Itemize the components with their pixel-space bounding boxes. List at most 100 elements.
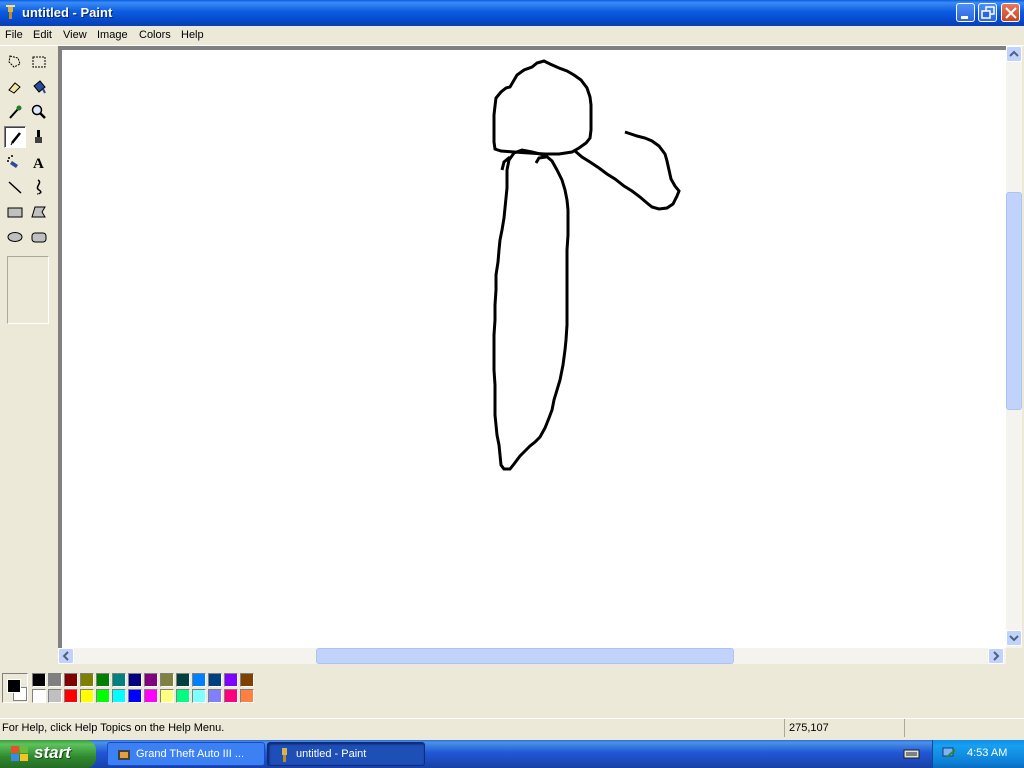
restore-button[interactable]: [978, 3, 997, 22]
close-button[interactable]: [1001, 3, 1020, 22]
tool-text[interactable]: A: [28, 151, 50, 173]
palette-swatch[interactable]: [208, 689, 222, 703]
taskbar-item-label: untitled - Paint: [296, 748, 367, 760]
status-divider: [904, 719, 905, 737]
tool-magnifier[interactable]: [28, 101, 50, 123]
menu-edit[interactable]: Edit: [33, 29, 52, 41]
palette-swatch[interactable]: [160, 689, 174, 703]
palette-swatch[interactable]: [96, 689, 110, 703]
palette-swatch[interactable]: [224, 673, 238, 687]
tool-select[interactable]: [28, 51, 50, 73]
tool-brush[interactable]: [28, 126, 50, 148]
tool-pick-color[interactable]: [4, 101, 26, 123]
drawing-strokes: [492, 59, 681, 471]
paint-app-icon[interactable]: [3, 5, 18, 20]
menu-view[interactable]: View: [63, 29, 87, 41]
menu-file[interactable]: File: [5, 29, 23, 41]
tool-ellipse[interactable]: [4, 226, 26, 248]
text-icon: A: [33, 156, 44, 171]
scroll-up-button[interactable]: [1006, 46, 1022, 62]
palette-swatch[interactable]: [192, 689, 206, 703]
keyboard-icon[interactable]: [903, 745, 921, 764]
palette-swatch[interactable]: [32, 689, 46, 703]
polygon-icon: [31, 206, 46, 218]
tool-rounded-rectangle[interactable]: [28, 226, 50, 248]
taskbar-item-gta3[interactable]: Grand Theft Auto III ...: [107, 742, 265, 766]
scroll-right-button[interactable]: [988, 648, 1004, 664]
tool-fill[interactable]: [28, 76, 50, 98]
tool-rectangle[interactable]: [4, 201, 26, 223]
palette-swatch[interactable]: [144, 673, 158, 687]
gta-app-icon: [118, 750, 130, 760]
tool-eraser[interactable]: [4, 76, 26, 98]
tool-options-box[interactable]: [7, 256, 49, 324]
stroke-inner-mid: [534, 155, 547, 164]
drawing-canvas[interactable]: [62, 50, 1006, 648]
palette-swatch[interactable]: [48, 689, 62, 703]
palette-swatch[interactable]: [80, 673, 94, 687]
tool-free-form-select[interactable]: [4, 51, 26, 73]
scroll-corner: [1006, 648, 1022, 664]
tool-polygon[interactable]: [28, 201, 50, 223]
status-divider: [784, 719, 785, 737]
tool-airbrush[interactable]: [4, 151, 26, 173]
title-bar[interactable]: [0, 0, 1024, 26]
palette-swatch[interactable]: [176, 673, 190, 687]
chevron-left-icon: [62, 651, 69, 661]
eraser-icon: [8, 82, 21, 94]
network-icon[interactable]: [941, 745, 959, 764]
palette-swatch[interactable]: [144, 689, 158, 703]
palette-swatch[interactable]: [64, 673, 78, 687]
vertical-scrollbar[interactable]: [1006, 46, 1022, 648]
palette-swatch[interactable]: [112, 673, 126, 687]
palette-swatch[interactable]: [64, 689, 78, 703]
magnifier-icon: [31, 104, 46, 119]
tool-line[interactable]: [4, 176, 26, 198]
palette-swatch[interactable]: [112, 689, 126, 703]
palette-swatch[interactable]: [32, 673, 46, 687]
pick-color-icon: [9, 105, 22, 119]
windows-logo-icon: [10, 745, 30, 766]
tool-pencil[interactable]: [4, 126, 26, 148]
chevron-down-icon: [1009, 635, 1019, 642]
minimize-button[interactable]: [956, 3, 975, 22]
rounded-rectangle-icon: [31, 232, 47, 243]
tool-curve[interactable]: [28, 176, 50, 198]
airbrush-icon: [7, 155, 18, 168]
pencil-icon: [10, 132, 21, 146]
paint-app-icon: [282, 748, 287, 762]
menu-colors[interactable]: Colors: [139, 29, 171, 41]
palette-swatch[interactable]: [80, 689, 94, 703]
status-coordinates: 275,107: [789, 722, 829, 734]
palette-swatch[interactable]: [128, 689, 142, 703]
curve-icon: [36, 179, 42, 195]
palette-swatch[interactable]: [176, 689, 190, 703]
vertical-scroll-thumb[interactable]: [1006, 192, 1022, 410]
palette-swatch[interactable]: [224, 689, 238, 703]
palette-swatch[interactable]: [160, 673, 174, 687]
palette-swatch[interactable]: [192, 673, 206, 687]
clock[interactable]: 4:53 AM: [967, 747, 1007, 759]
current-colors[interactable]: [2, 673, 28, 703]
palette-swatch[interactable]: [128, 673, 142, 687]
window-title: untitled - Paint: [22, 5, 113, 20]
horizontal-scrollbar[interactable]: [58, 648, 1006, 664]
foreground-color-swatch[interactable]: [7, 679, 21, 693]
stroke-arm: [574, 130, 681, 211]
start-label: start: [34, 743, 71, 762]
menu-image[interactable]: Image: [97, 29, 128, 41]
palette-swatch[interactable]: [208, 673, 222, 687]
chevron-up-icon: [1009, 50, 1019, 57]
svg-text:A: A: [33, 156, 44, 171]
scroll-down-button[interactable]: [1006, 630, 1022, 646]
palette-swatch[interactable]: [240, 673, 254, 687]
menu-help[interactable]: Help: [181, 29, 204, 41]
stroke-body: [492, 148, 570, 471]
taskbar-item-paint[interactable]: untitled - Paint: [267, 742, 425, 766]
palette-swatch[interactable]: [48, 673, 62, 687]
chevron-right-icon: [993, 651, 1000, 661]
horizontal-scroll-thumb[interactable]: [316, 648, 734, 664]
scroll-left-button[interactable]: [58, 648, 74, 664]
palette-swatch[interactable]: [240, 689, 254, 703]
palette-swatch[interactable]: [96, 673, 110, 687]
